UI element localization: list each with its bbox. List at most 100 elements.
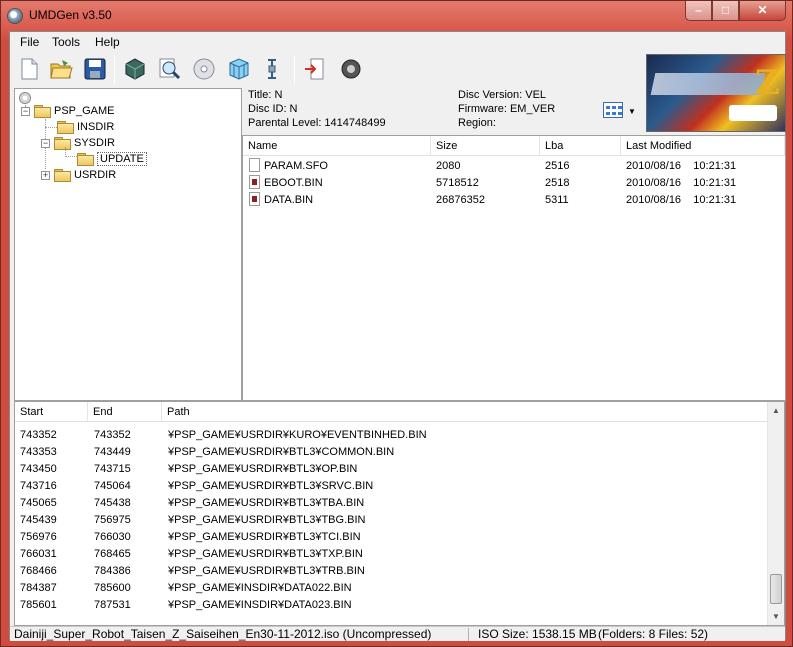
log-path: ¥PSP_GAME¥INSDIR¥DATA022.BIN xyxy=(168,582,352,594)
binary-file-icon xyxy=(249,192,260,206)
log-row[interactable]: 768466 784386 ¥PSP_GAME¥USRDIR¥BTL3¥TRB.BI… xyxy=(15,563,767,580)
log-row[interactable]: 745439 756975 ¥PSP_GAME¥USRDIR¥BTL3¥TBG.BI… xyxy=(15,512,767,529)
log-row[interactable]: 743353 743449 ¥PSP_GAME¥USRDIR¥BTL3¥COMMON… xyxy=(15,444,767,461)
tree-node-usrdir[interactable]: + USRDIR xyxy=(41,167,116,183)
log-row[interactable]: 743716 745064 ¥PSP_GAME¥USRDIR¥BTL3¥SRVC.B… xyxy=(15,478,767,495)
link-button[interactable] xyxy=(260,56,288,84)
grid-box-icon xyxy=(229,58,249,80)
document-icon xyxy=(249,158,260,172)
maximize-button[interactable]: □ xyxy=(712,1,739,21)
scroll-thumb[interactable] xyxy=(770,574,782,604)
cube-icon xyxy=(125,58,145,80)
log-path: ¥PSP_GAME¥USRDIR¥BTL3¥OP.BIN xyxy=(168,463,358,475)
collapse-icon[interactable]: − xyxy=(41,138,50,148)
log-row[interactable]: 784387 785600 ¥PSP_GAME¥INSDIR¥DATA022.BIN xyxy=(15,580,767,597)
menu-help[interactable]: Help xyxy=(95,35,120,49)
new-button[interactable] xyxy=(16,56,44,84)
toolbar-separator xyxy=(114,56,115,84)
menu-file[interactable]: File xyxy=(20,35,39,49)
log-row[interactable]: 745065 745438 ¥PSP_GAME¥USRDIR¥BTL3¥TBA.BI… xyxy=(15,495,767,512)
sector-log-list[interactable]: Start End Path 743352 743352 ¥PSP_GAME¥USR… xyxy=(14,401,785,626)
log-row[interactable]: 743450 743715 ¥PSP_GAME¥USRDIR¥BTL3¥OP.BIN xyxy=(15,461,767,478)
toolbar-separator xyxy=(294,56,295,84)
file-row[interactable]: EBOOT.BIN 5718512 2518 2010/08/16 10:21:… xyxy=(243,175,785,192)
search-button[interactable] xyxy=(156,56,184,84)
speaker-button[interactable] xyxy=(338,56,366,84)
disc-button[interactable] xyxy=(191,56,219,84)
log-start: 743352 xyxy=(20,429,57,441)
close-button[interactable]: ✕ xyxy=(739,1,786,21)
column-header-end[interactable]: End xyxy=(88,402,162,422)
log-path: ¥PSP_GAME¥USRDIR¥BTL3¥TCI.BIN xyxy=(168,531,361,543)
column-header-modified[interactable]: Last Modified xyxy=(621,136,785,156)
tree-label-selected: UPDATE xyxy=(97,152,147,166)
column-header-name[interactable]: Name xyxy=(243,136,431,156)
folder-icon xyxy=(57,121,74,134)
log-scrollbar[interactable]: ▲ ▼ xyxy=(767,402,784,625)
info-title: Title: N xyxy=(248,89,283,101)
file-lba: 2516 xyxy=(545,160,570,172)
log-end: 787531 xyxy=(94,599,131,611)
tree-node-insdir[interactable]: INSDIR xyxy=(57,119,114,135)
view-mode-icon[interactable] xyxy=(603,102,623,118)
app-icon[interactable] xyxy=(7,8,23,24)
scroll-down-icon[interactable]: ▼ xyxy=(768,608,784,625)
minimize-icon: – xyxy=(695,3,702,17)
log-start: 766031 xyxy=(20,548,57,560)
log-end: 756975 xyxy=(94,514,131,526)
close-icon: ✕ xyxy=(757,3,768,17)
log-start: 756976 xyxy=(20,531,57,543)
menu-bar: File Tools Help xyxy=(10,32,785,52)
column-header-lba[interactable]: Lba xyxy=(540,136,621,156)
grid-box-button[interactable] xyxy=(226,56,254,84)
tree-node-psp-game[interactable]: − PSP_GAME xyxy=(21,103,115,119)
file-modified: 2010/08/16 10:21:31 xyxy=(626,160,737,172)
folder-open-icon xyxy=(54,137,71,150)
log-start: 743353 xyxy=(20,446,57,458)
folder-tree[interactable]: − PSP_GAME INSDIR − SYSDIR UPDATE + USRD… xyxy=(14,88,242,401)
save-button[interactable] xyxy=(82,56,110,84)
log-path: ¥PSP_GAME¥INSDIR¥DATA023.BIN xyxy=(168,599,352,611)
new-icon xyxy=(21,58,38,80)
page-arrow-button[interactable] xyxy=(302,56,330,84)
log-end: 743449 xyxy=(94,446,131,458)
tree-label: USRDIR xyxy=(74,169,117,181)
expand-icon[interactable]: + xyxy=(41,170,50,180)
open-button[interactable] xyxy=(48,56,76,84)
magnifier-icon xyxy=(159,58,181,80)
disc-info-panel: Title: N Disc ID: N Parental Level: 1414… xyxy=(242,88,642,135)
minimize-button[interactable]: – xyxy=(685,1,712,21)
column-header-start[interactable]: Start xyxy=(15,402,88,422)
scroll-up-icon[interactable]: ▲ xyxy=(768,402,784,419)
toolbar xyxy=(10,52,642,88)
file-list-header: Name Size Lba Last Modified xyxy=(243,136,785,156)
file-name: DATA.BIN xyxy=(264,194,314,206)
file-lba: 5311 xyxy=(545,194,569,206)
log-list-header: Start End Path xyxy=(15,402,767,422)
page-arrow-icon xyxy=(305,58,324,80)
file-row[interactable]: DATA.BIN 26876352 5311 2010/08/16 10:21:… xyxy=(243,192,785,209)
menu-tools[interactable]: Tools xyxy=(52,35,80,49)
log-row[interactable]: 766031 768465 ¥PSP_GAME¥USRDIR¥BTL3¥TXP.BI… xyxy=(15,546,767,563)
log-row[interactable]: 743352 743352 ¥PSP_GAME¥USRDIR¥KURO¥EVENTB… xyxy=(15,427,767,444)
column-header-path[interactable]: Path xyxy=(162,402,767,422)
log-start: 743716 xyxy=(20,480,57,492)
collapse-icon[interactable]: − xyxy=(21,106,30,116)
log-row[interactable]: 785601 787531 ¥PSP_GAME¥INSDIR¥DATA023.BIN xyxy=(15,597,767,614)
log-start: 768466 xyxy=(20,565,57,577)
tree-node-update[interactable]: UPDATE xyxy=(77,151,147,167)
log-start: 785601 xyxy=(20,599,57,611)
file-row[interactable]: PARAM.SFO 2080 2516 2010/08/16 10:21:31 xyxy=(243,158,785,175)
cube-button[interactable] xyxy=(122,56,150,84)
log-row[interactable]: 756976 766030 ¥PSP_GAME¥USRDIR¥BTL3¥TCI.BI… xyxy=(15,529,767,546)
game-banner-image: Z xyxy=(646,54,786,132)
file-list[interactable]: Name Size Lba Last Modified PARAM.SFO 20… xyxy=(242,135,786,401)
tree-node-sysdir[interactable]: − SYSDIR xyxy=(41,135,115,151)
title-bar[interactable]: UMDGen v3.50 – □ ✕ xyxy=(1,1,792,31)
chevron-down-icon[interactable]: ▼ xyxy=(628,107,636,116)
log-path: ¥PSP_GAME¥USRDIR¥BTL3¥TRB.BIN xyxy=(168,565,365,577)
info-region: Region: xyxy=(458,117,496,129)
column-header-size[interactable]: Size xyxy=(431,136,540,156)
disc-icon xyxy=(193,58,215,80)
status-counts: (Folders: 8 Files: 52) xyxy=(598,627,709,641)
